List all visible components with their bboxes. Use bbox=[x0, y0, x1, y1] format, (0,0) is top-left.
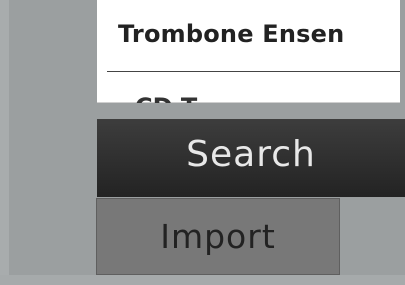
bottom-edge-band bbox=[0, 275, 405, 285]
result-title: Trombone Ensen bbox=[118, 20, 345, 48]
search-button[interactable]: Search bbox=[97, 119, 405, 197]
results-list[interactable]: Trombone Ensen CD T bbox=[97, 0, 400, 103]
search-button-label: Search bbox=[186, 134, 316, 175]
import-button[interactable]: Import bbox=[96, 198, 340, 275]
import-button-label: Import bbox=[160, 217, 276, 256]
list-item[interactable]: Trombone Ensen bbox=[97, 0, 400, 72]
result-title: CD T bbox=[135, 93, 197, 103]
left-edge-strip bbox=[0, 0, 9, 285]
divider bbox=[107, 71, 400, 72]
